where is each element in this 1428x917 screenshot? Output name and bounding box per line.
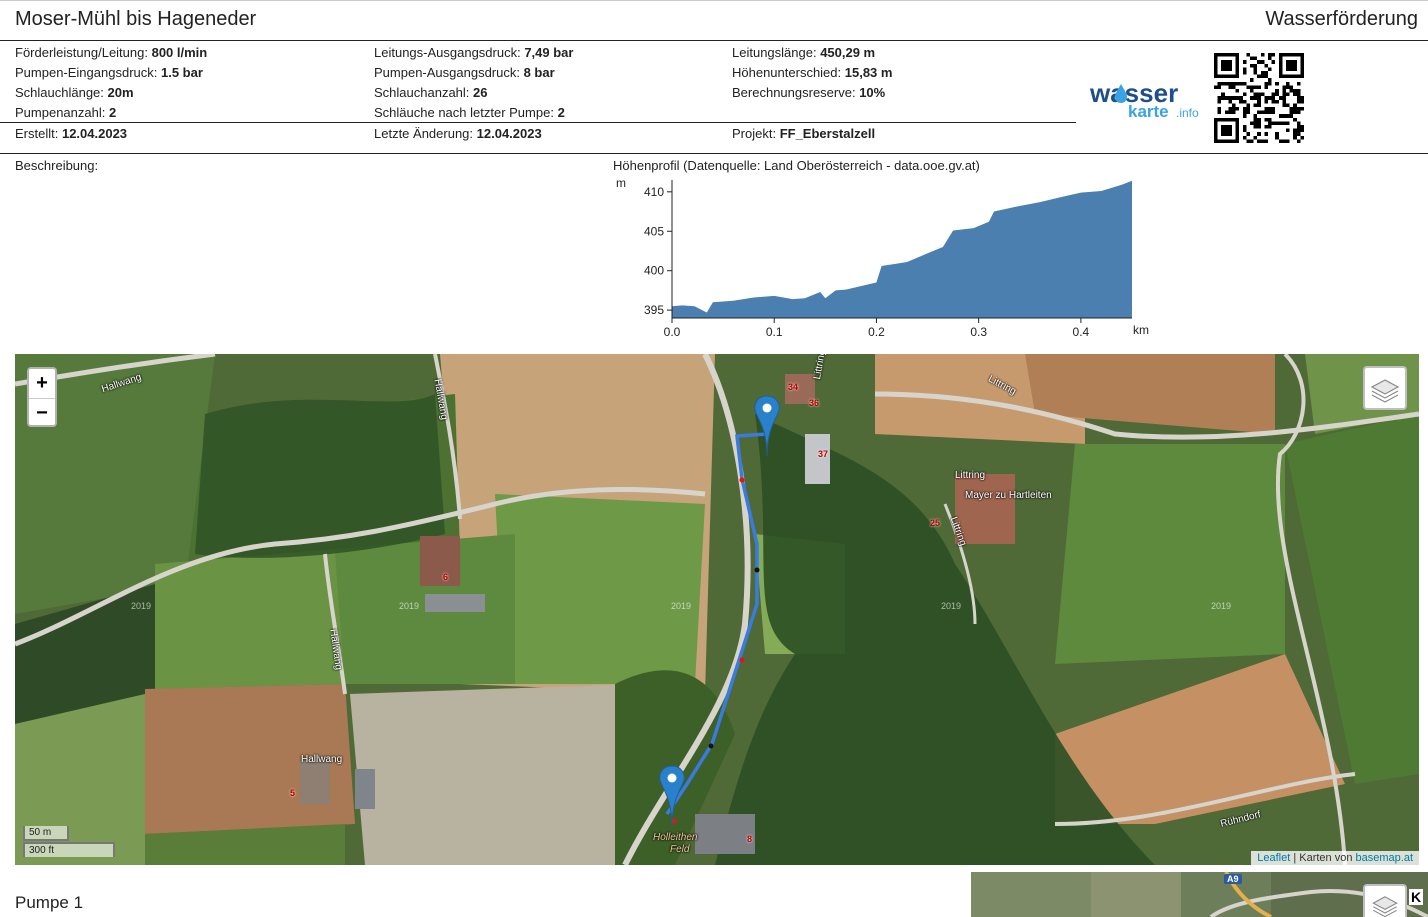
- info-separator: [0, 122, 1076, 123]
- logo-text-sub: karte: [1128, 102, 1169, 120]
- road-shield-a9: A9: [1224, 874, 1242, 884]
- map-imagery[interactable]: [15, 354, 1419, 865]
- layer-switcher-button[interactable]: [1363, 366, 1407, 410]
- building: [425, 594, 485, 612]
- hose-point[interactable]: [754, 567, 760, 573]
- info-leitungslaenge: Leitungslänge: 450,29 m: [732, 45, 876, 60]
- x-axis-unit: km: [1133, 323, 1149, 337]
- y-tick-label: 410: [644, 185, 664, 199]
- scale-imperial: 300 ft: [23, 842, 115, 857]
- zoom-control: + −: [27, 367, 57, 427]
- imagery-year: 2019: [671, 601, 692, 611]
- satellite-map[interactable]: Hallwang Hallwang Hallwang Hallwang Litt…: [15, 354, 1419, 865]
- house-number: 36: [809, 398, 820, 408]
- x-tick-label: 0.1: [766, 325, 783, 339]
- elevation-profile-chart: m 395 400 405 410 0.0 0.1 0.2 0.3 0.4 km: [616, 176, 1149, 339]
- imagery-year: 2019: [1211, 601, 1232, 611]
- map-label-place: Mayer zu Hartleiten: [965, 490, 1052, 501]
- info-pumpen-eingangsdruck: Pumpen-Eingangsdruck: 1.5 bar: [15, 65, 203, 80]
- page-category: Wasserförderung: [1265, 8, 1418, 30]
- house-number: 8: [747, 834, 753, 844]
- info-projekt: Projekt: FF_Eberstalzell: [732, 126, 876, 141]
- info-pumpen-ausgangsdruck: Pumpen-Ausgangsdruck: 8 bar: [374, 65, 555, 80]
- field-lightgreen: [495, 494, 705, 684]
- elevation-profile-title: Höhenprofil (Datenquelle: Land Oberöster…: [613, 158, 980, 173]
- mini-map-edge-label: K: [1409, 889, 1424, 905]
- logo-text-tld: .info: [1176, 106, 1199, 120]
- building: [695, 814, 755, 854]
- info-schlauchanzahl: Schlauchanzahl: 26: [374, 85, 488, 100]
- building: [420, 536, 460, 586]
- forest: [195, 394, 445, 558]
- info-berechnungsreserve: Berechnungsreserve: 10%: [732, 85, 886, 100]
- x-tick-label: 0.3: [970, 325, 987, 339]
- info-letzte-aenderung: Letzte Änderung: 12.04.2023: [374, 126, 542, 141]
- info-schlaeuche-nach-pumpe: Schläuche nach letzter Pumpe: 2: [374, 105, 565, 120]
- field-lightgreen: [155, 549, 345, 689]
- x-tick-label: 0.0: [664, 325, 681, 339]
- field-grey: [350, 684, 635, 865]
- house-number: 6: [443, 572, 449, 582]
- scale-metric: 50 m: [23, 826, 69, 841]
- house-number: 25: [930, 518, 941, 528]
- scale-bar: 50 m 300 ft: [23, 826, 115, 857]
- map-label-field: Holleithen: [653, 832, 698, 843]
- y-tick-label: 395: [644, 303, 664, 317]
- house-number: 34: [788, 382, 799, 392]
- x-tick-label: 0.4: [1073, 325, 1090, 339]
- zoom-in-button[interactable]: +: [29, 369, 55, 399]
- wasserkarte-logo[interactable]: wasser karte .info: [1090, 78, 1205, 120]
- pump-point[interactable]: [739, 657, 745, 663]
- page-title: Moser-Mühl bis Hageneder: [15, 8, 257, 30]
- house-number: 37: [818, 449, 829, 459]
- x-tick-label: 0.2: [868, 325, 885, 339]
- building: [805, 434, 830, 484]
- map-attribution: Leaflet | Karten von basemap.at: [1251, 851, 1419, 865]
- y-tick-label: 400: [644, 264, 664, 278]
- building: [300, 759, 330, 804]
- y-axis-unit: m: [616, 176, 626, 190]
- y-tick-label: 405: [644, 224, 664, 238]
- map-label-field: Feld: [670, 844, 690, 855]
- pump-point[interactable]: [739, 477, 745, 483]
- qr-code: [1214, 53, 1304, 143]
- info-foerderleistung: Förderleistung/Leitung: 800 l/min: [15, 45, 208, 60]
- info-erstellt: Erstellt: 12.04.2023: [15, 126, 128, 141]
- imagery-year: 2019: [399, 601, 420, 611]
- map-label-street: Littring: [955, 470, 986, 481]
- house-number: 5: [290, 788, 296, 798]
- field-green: [1055, 444, 1285, 664]
- leaflet-link[interactable]: Leaflet: [1257, 852, 1290, 864]
- pump-mini-map[interactable]: A9 K: [971, 872, 1428, 917]
- elevation-area: [672, 180, 1132, 318]
- imagery-year: 2019: [941, 601, 962, 611]
- info-schlauchlaenge: Schlauchlänge: 20m: [15, 85, 134, 100]
- mini-layer-switcher-button[interactable]: [1363, 884, 1407, 917]
- layers-icon: [1370, 379, 1400, 403]
- basemap-link[interactable]: basemap.at: [1356, 852, 1413, 864]
- info-pumpenanzahl: Pumpenanzahl: 2: [15, 105, 117, 120]
- imagery-year: 2019: [131, 601, 152, 611]
- section-title-pump: Pumpe 1: [15, 893, 84, 912]
- map-label-place: Hallwang: [301, 754, 343, 765]
- page-header: Moser-Mühl bis Hageneder Wasserförderung: [0, 0, 1428, 41]
- info-hoehenunterschied: Höhenunterschied: 15,83 m: [732, 65, 893, 80]
- building: [355, 769, 375, 809]
- mini-map-imagery: [971, 872, 1428, 917]
- layers-icon: [1372, 896, 1398, 917]
- hose-point[interactable]: [708, 743, 714, 749]
- description-label: Beschreibung:: [15, 158, 99, 173]
- info-leitungs-ausgangsdruck: Leitungs-Ausgangsdruck: 7,49 bar: [374, 45, 574, 60]
- zoom-out-button[interactable]: −: [29, 399, 55, 428]
